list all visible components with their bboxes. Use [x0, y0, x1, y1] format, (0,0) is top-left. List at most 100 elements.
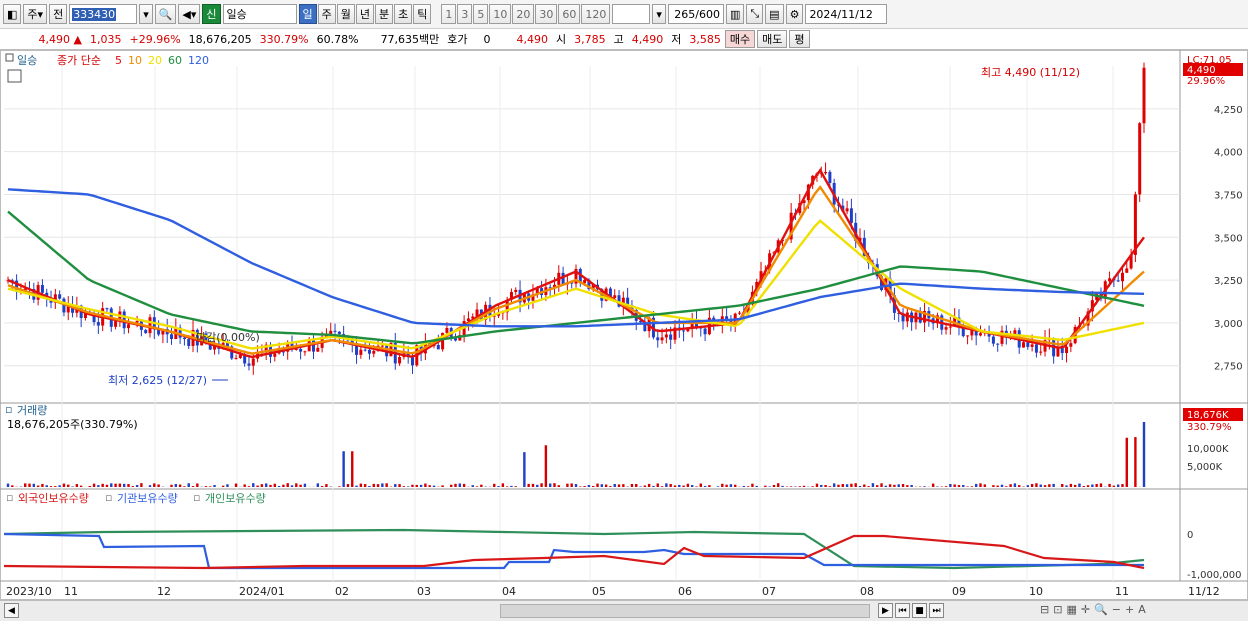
- interval-5[interactable]: 5: [473, 4, 489, 24]
- volume-bar: [1005, 486, 1008, 487]
- interval-60[interactable]: 60: [558, 4, 581, 24]
- interval-1[interactable]: 1: [441, 4, 457, 24]
- calculator-icon[interactable]: [7, 69, 22, 83]
- volume-bar: [376, 484, 380, 487]
- volume-bar: [613, 483, 616, 487]
- draw-icon[interactable]: ⤡: [746, 4, 764, 24]
- layout-icon[interactable]: ◧: [3, 4, 22, 24]
- candle-body: [514, 289, 518, 292]
- candle-body: [1039, 351, 1043, 353]
- volume-bar: [536, 484, 539, 487]
- candle-body: [1026, 342, 1030, 347]
- volume-bar: [320, 486, 324, 487]
- tab-2[interactable]: 월: [336, 4, 355, 24]
- interval-120[interactable]: 120: [581, 4, 611, 24]
- volume-bar: [639, 486, 642, 487]
- save-icon[interactable]: ▤: [765, 4, 784, 24]
- volume-bar: [768, 486, 771, 487]
- indicator-icon[interactable]: ▥: [725, 4, 745, 24]
- tab-5[interactable]: 초: [394, 4, 413, 24]
- chart-area[interactable]: 일승 종가 단순 5 10 20 60 120 최고 4,490 (11/12) 최저 …: [0, 50, 1248, 600]
- scrollbar[interactable]: [500, 604, 870, 618]
- volume-bar: [419, 484, 423, 487]
- interval-input[interactable]: [612, 4, 651, 24]
- volume-bar: [820, 484, 823, 487]
- volume-bar: [841, 484, 844, 487]
- speaker-icon[interactable]: ◀▾: [178, 4, 201, 24]
- stock-label: 일승: [17, 53, 37, 67]
- prev-button[interactable]: 전: [49, 4, 68, 24]
- panel-toggle-icon[interactable]: [5, 53, 14, 62]
- volume-bar: [1069, 483, 1073, 487]
- tab-1[interactable]: 주: [317, 4, 336, 24]
- code-dropdown-icon[interactable]: ▾: [139, 4, 153, 24]
- plus-icon[interactable]: +: [1125, 603, 1134, 616]
- candle-body: [1108, 278, 1112, 282]
- crosshair-icon[interactable]: ✛: [1081, 603, 1090, 616]
- extra-button[interactable]: 평: [789, 30, 810, 48]
- forward-icon[interactable]: ⏭: [929, 603, 944, 618]
- volume-bar: [996, 485, 999, 487]
- volume-bar: [570, 483, 573, 487]
- interval-dropdown-icon[interactable]: ▾: [652, 4, 666, 24]
- interval-10[interactable]: 10: [489, 4, 512, 24]
- volume-bar: [325, 484, 328, 487]
- volume-bar: [579, 486, 582, 487]
- volume-bar: [901, 484, 905, 487]
- gear-icon[interactable]: ⚙: [785, 4, 804, 24]
- zoom-out-icon[interactable]: ⊟: [1040, 603, 1049, 616]
- stop-icon[interactable]: ■: [912, 603, 927, 618]
- candle-body: [273, 353, 277, 357]
- minus-icon[interactable]: −: [1112, 603, 1121, 616]
- scroll-left-icon[interactable]: ◀: [4, 603, 19, 618]
- volume-bar: [475, 486, 479, 487]
- volume-bar: [815, 483, 819, 487]
- tab-3[interactable]: 년: [355, 4, 375, 24]
- interval-30[interactable]: 30: [535, 4, 558, 24]
- fit-icon[interactable]: ⊡: [1053, 603, 1062, 616]
- volume-bar: [458, 483, 462, 487]
- stock-name-field[interactable]: 일승: [222, 4, 297, 24]
- volume-bar: [49, 486, 53, 487]
- interval-20[interactable]: 20: [512, 4, 535, 24]
- volume-bar: [11, 485, 14, 487]
- volume-bar: [282, 484, 285, 487]
- volume-bar: [566, 483, 569, 487]
- x-tick-label: 11: [1115, 585, 1129, 598]
- count-field[interactable]: 265/600: [667, 4, 724, 24]
- buy-button[interactable]: 매수: [724, 30, 756, 48]
- x-tick-label: 2023/10: [6, 585, 52, 598]
- candle-body: [126, 324, 130, 329]
- grid-icon[interactable]: ▦: [1066, 603, 1076, 616]
- low-value: 3,585: [689, 32, 721, 46]
- price-tick-label: 3,750: [1214, 190, 1243, 201]
- font-size-icon[interactable]: A: [1138, 603, 1146, 616]
- tab-6[interactable]: 틱: [413, 4, 432, 24]
- sell-button[interactable]: 매도: [757, 30, 788, 48]
- volume-bar: [876, 485, 879, 487]
- volume-bar: [252, 483, 255, 487]
- volume-bar: [802, 485, 806, 487]
- candle-body: [148, 317, 152, 334]
- rewind-icon[interactable]: ⏮: [895, 603, 910, 618]
- volume-bar: [880, 483, 883, 487]
- volume-bar: [432, 485, 436, 487]
- candle-body: [1120, 272, 1124, 282]
- volume-bar: [114, 483, 117, 487]
- period-type-select[interactable]: 주 ▾: [23, 4, 48, 24]
- play-icon[interactable]: ▶: [878, 603, 893, 618]
- volume-bar: [277, 486, 281, 487]
- volume-bar: [1099, 483, 1103, 487]
- volume-bar: [243, 484, 246, 487]
- tab-0[interactable]: 일: [298, 4, 317, 24]
- magnifier-icon[interactable]: 🔍: [1094, 603, 1108, 616]
- holdings-tick-0: 0: [1187, 530, 1193, 541]
- stock-code-input[interactable]: 333430: [69, 4, 138, 24]
- date-input[interactable]: 2024/11/12: [805, 4, 888, 24]
- interval-3[interactable]: 3: [457, 4, 473, 24]
- search-icon[interactable]: 🔍: [154, 4, 177, 24]
- chart-svg[interactable]: 일승 종가 단순 5 10 20 60 120 최고 4,490 (11/12) 최저 …: [0, 50, 1248, 600]
- tab-4[interactable]: 분: [375, 4, 394, 24]
- turnover-value: 60.78%: [316, 32, 359, 46]
- volume-bar: [505, 486, 509, 487]
